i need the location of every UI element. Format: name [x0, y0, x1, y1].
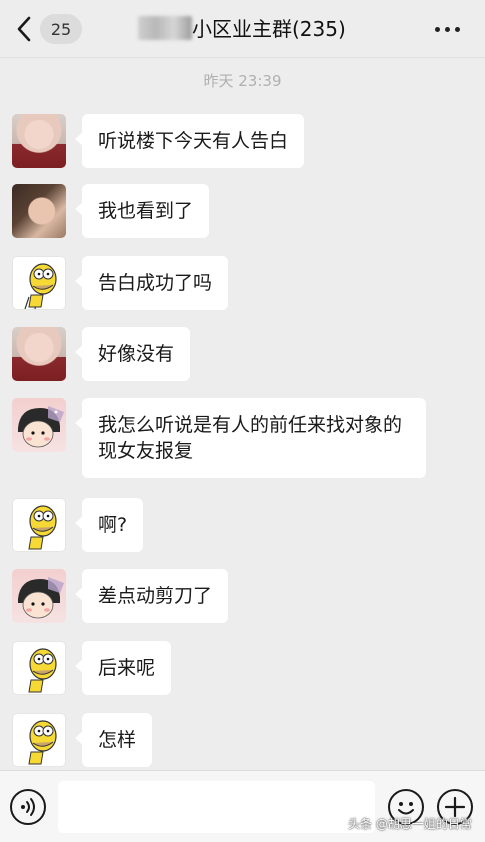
homer-cartoon-icon — [28, 648, 57, 693]
avatar[interactable] — [12, 398, 66, 452]
message-bubble[interactable]: 好像没有 — [74, 327, 191, 381]
avatar[interactable] — [12, 641, 66, 695]
avatar[interactable] — [12, 256, 66, 310]
avatar[interactable] — [12, 184, 66, 238]
watermark: 头条 @胡思一姐的日常 — [348, 817, 472, 831]
message-text-input[interactable] — [58, 781, 375, 833]
message-bubble[interactable]: 我怎么听说是有人的前任来找对象的现女友报复 — [75, 398, 426, 478]
voice-icon — [21, 798, 35, 816]
back-chevron-icon — [17, 16, 31, 42]
blurred-title-prefix — [138, 16, 192, 40]
message-timestamp: 昨天 23:39 — [203, 72, 282, 90]
maruko-cartoon-icon — [18, 406, 64, 448]
message-bubble[interactable]: 听说楼下今天有人告白 — [74, 114, 305, 168]
homer-cartoon-icon — [28, 505, 57, 550]
more-options-button[interactable] — [433, 16, 463, 42]
voice-button[interactable] — [10, 789, 46, 825]
avatar[interactable] — [12, 713, 66, 767]
avatar[interactable] — [12, 327, 66, 381]
avatar[interactable] — [12, 114, 66, 168]
chat-title: 小区业主群(235) — [192, 17, 346, 41]
homer-cartoon-icon — [24, 263, 57, 309]
maruko-cartoon-icon — [18, 577, 64, 619]
chat-header: 25 小区业主群(235) — [0, 0, 485, 58]
message-bubble[interactable]: 啊? — [74, 498, 144, 552]
more-dots-icon — [435, 27, 440, 32]
message-bubble[interactable]: 怎样 — [74, 713, 153, 767]
unread-count-badge[interactable]: 25 — [40, 14, 82, 44]
avatar[interactable] — [12, 498, 66, 552]
message-bubble[interactable]: 我也看到了 — [74, 184, 210, 238]
message-bubble[interactable]: 差点动剪刀了 — [74, 569, 229, 623]
avatar[interactable] — [12, 569, 66, 623]
message-bubble[interactable]: 后来呢 — [74, 641, 172, 695]
back-button[interactable] — [12, 14, 38, 44]
message-bubble[interactable]: 告白成功了吗 — [74, 256, 229, 310]
homer-cartoon-icon — [28, 720, 57, 765]
